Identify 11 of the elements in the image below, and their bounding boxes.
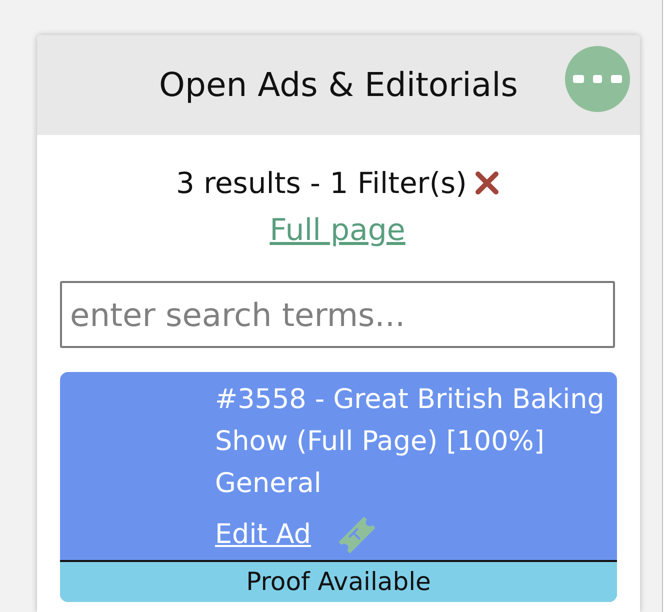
ellipsis-icon	[572, 73, 622, 85]
ad-title: #3558 - Great British Baking Show (Full Page) [100%]	[215, 383, 606, 459]
panel-title: Open Ads & Editorials	[159, 66, 518, 104]
search-field[interactable]: enter search terms...	[60, 281, 615, 348]
ticket-icon[interactable]	[337, 516, 378, 554]
results-summary: 3 results - 1 Filter(s)	[176, 165, 467, 201]
edit-ad-link[interactable]: Edit Ad	[215, 518, 312, 552]
status-label: Proof Available	[60, 562, 617, 602]
full-page-link[interactable]: Full page	[270, 213, 406, 249]
clear-filter-icon[interactable]	[474, 171, 499, 195]
ad-section: General	[215, 463, 615, 505]
